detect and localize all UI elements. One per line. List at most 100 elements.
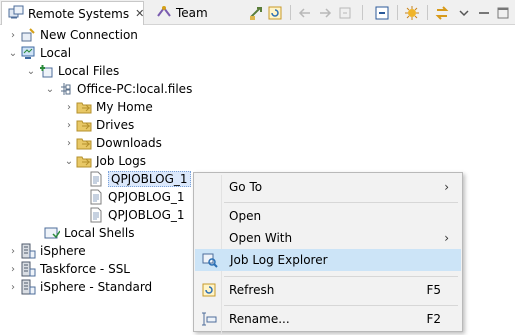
job-log-explorer-icon [196,252,224,268]
tree-item-label: Drives [96,118,135,132]
tree-item-qpjoblog-3[interactable]: QPJOBLOG_1 [88,206,185,224]
menu-item-go-to[interactable]: Go To › [195,176,461,198]
tree-item-label: Taskforce - SSL [40,262,130,276]
tree-item-isphere[interactable]: › iSphere [6,242,86,260]
team-icon [156,4,172,23]
tree-item-label: QPJOBLOG_1 [108,190,185,204]
filter-icon [57,81,73,97]
shells-icon [44,225,60,241]
file-icon [88,189,104,205]
tree-item-label: QPJOBLOG_1 [108,171,191,187]
menu-item-open[interactable]: Open [195,205,461,227]
menu-separator [224,202,458,203]
home-icon[interactable] [336,4,354,21]
chevron-down-icon[interactable]: ⌄ [43,80,57,98]
tree-item-qpjoblog-1[interactable]: QPJOBLOG_1 [88,170,191,188]
chevron-down-icon[interactable]: ⌄ [62,152,76,170]
toolbar-separator [290,5,291,20]
tree-item-label: Job Logs [96,154,146,168]
context-menu: Go To › Open Open With › Job Log Explore… [193,172,463,335]
new-connection-icon [20,27,36,43]
tree-item-local[interactable]: ⌄ Local [6,44,71,62]
tree-item-label: My Home [96,100,153,114]
refresh-icon[interactable] [266,4,284,21]
tree-item-label: Local Shells [64,226,135,240]
tree-item-new-connection[interactable]: › New Connection [6,26,138,44]
sort-icon[interactable] [403,4,421,21]
collapse-all-icon[interactable] [373,4,391,21]
twisty-placeholder [30,224,44,242]
tree-item-isphere-standard[interactable]: › iSphere - Standard [6,278,152,296]
tree-item-office-pc[interactable]: ⌄ Office-PC:local.files [43,80,193,98]
chevron-right-icon[interactable]: › [62,134,76,152]
menu-item-open-with[interactable]: Open With › [195,227,461,249]
tree-item-job-logs[interactable]: ⌄ Job Logs [62,152,146,170]
menu-separator [224,305,458,306]
system-icon [20,279,36,295]
chevron-right-icon[interactable]: › [6,278,20,296]
menu-item-refresh[interactable]: Refresh F5 [195,279,461,301]
view-tab-bar: Remote Systems ✕ Team [0,0,515,25]
tree-item-local-shells[interactable]: Local Shells [30,224,134,242]
menu-item-label: Rename... [229,312,290,326]
file-icon [88,207,104,223]
local-files-icon [38,63,54,79]
menu-separator [224,276,458,277]
tree-item-downloads[interactable]: › Downloads [62,134,162,152]
chevron-right-icon[interactable]: › [6,242,20,260]
close-icon[interactable]: ✕ [135,7,144,20]
tree-item-local-files[interactable]: ⌄ Local Files [24,62,119,80]
back-icon[interactable] [296,4,314,21]
minimize-icon[interactable] [475,4,493,21]
toolbar-separator [427,5,428,20]
maximize-icon[interactable] [494,4,512,21]
folder-icon [76,117,92,133]
tree-item-label: Local Files [58,64,120,78]
sync-icon[interactable] [433,4,451,21]
tree-item-label: Local [40,46,72,60]
folder-icon [76,135,92,151]
tree-item-label: iSphere [40,244,86,258]
tree-item-drives[interactable]: › Drives [62,116,134,134]
submenu-arrow-icon: › [444,180,449,194]
tree-item-my-home[interactable]: › My Home [62,98,153,116]
tree-item-taskforce-ssl[interactable]: › Taskforce - SSL [6,260,130,278]
link-editor-icon[interactable] [247,4,265,21]
toolbar-separator [397,5,398,20]
forward-icon[interactable] [316,4,334,21]
menu-item-label: Job Log Explorer [230,253,328,267]
menu-item-label: Go To [229,180,263,194]
tree-item-label: Office-PC:local.files [77,82,193,96]
menu-item-label: Open [229,209,262,223]
local-system-icon [20,45,36,61]
menu-item-label: Open With [229,231,293,245]
toolbar-separator [362,5,363,20]
chevron-right-icon[interactable]: › [62,98,76,116]
refresh-icon [195,282,223,298]
menu-item-shortcut: F2 [426,312,441,326]
tree-item-qpjoblog-2[interactable]: QPJOBLOG_1 [88,188,185,206]
chevron-right-icon[interactable]: › [62,116,76,134]
rename-icon [195,311,223,327]
tab-label: Remote Systems [28,6,130,21]
tree-item-label: Downloads [96,136,162,150]
folder-icon [76,153,92,169]
tree-item-label: New Connection [40,28,138,42]
menu-item-job-log-explorer[interactable]: Job Log Explorer [195,249,461,271]
menu-item-shortcut: F5 [426,283,441,297]
system-icon [20,243,36,259]
chevron-right-icon[interactable]: › [6,26,20,44]
menu-item-label: Refresh [229,283,275,297]
system-icon [20,261,36,277]
tree-item-label: QPJOBLOG_1 [108,208,185,222]
chevron-right-icon[interactable]: › [6,260,20,278]
chevron-down-icon[interactable]: ⌄ [6,44,20,62]
tab-team[interactable]: Team [150,2,212,24]
file-icon [88,171,104,187]
remote-systems-icon [8,4,24,23]
view-menu-icon[interactable] [455,4,473,21]
chevron-down-icon[interactable]: ⌄ [24,62,38,80]
folder-icon [76,99,92,115]
tab-remote-systems[interactable]: Remote Systems ✕ [1,1,144,25]
submenu-arrow-icon: › [444,231,449,245]
